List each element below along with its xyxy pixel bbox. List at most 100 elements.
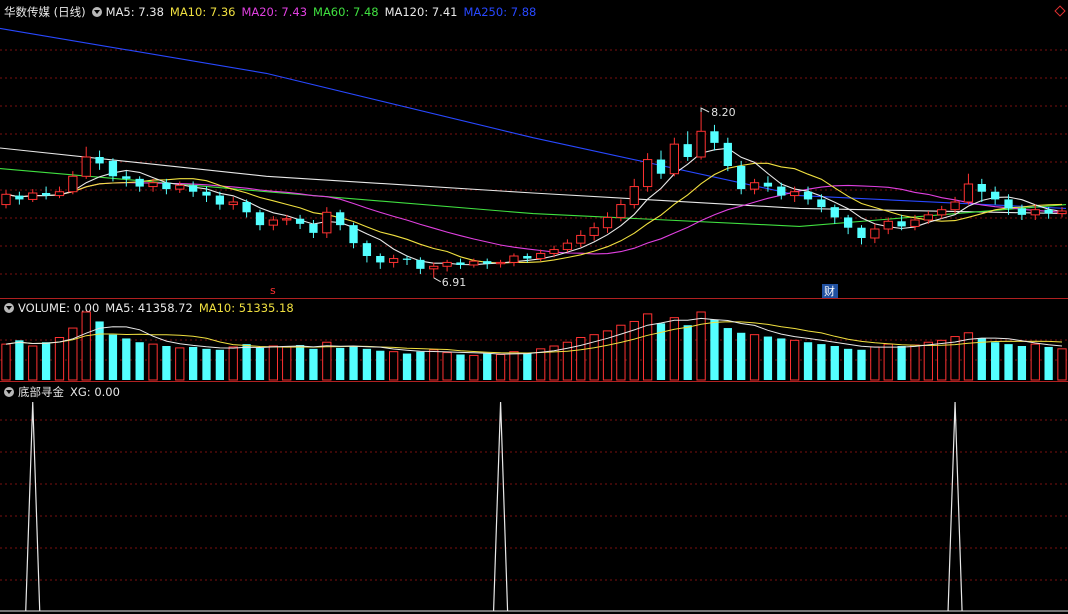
volume-bar [282, 346, 292, 381]
candle-body [108, 160, 118, 177]
candle-body [495, 261, 506, 265]
volume-bar [469, 354, 479, 381]
high-price-label: 8.20 [711, 106, 736, 119]
candle-body [642, 159, 653, 188]
candle-body [95, 157, 104, 164]
volume-bar [135, 342, 144, 380]
volume-bar [897, 346, 906, 380]
candle-body [1, 193, 11, 206]
volume-bar [669, 317, 679, 381]
candle-body [309, 223, 318, 233]
candle-body [710, 131, 719, 143]
volume-bar [710, 319, 719, 380]
high-price-pointer [700, 107, 710, 113]
volume-bar [41, 342, 51, 380]
volume-bar [349, 346, 358, 380]
candle-body [629, 186, 639, 206]
candle-body [228, 201, 238, 206]
candle-body [696, 130, 706, 158]
candle-body [28, 192, 38, 200]
candle-body [857, 227, 866, 238]
volume-bar [202, 348, 211, 380]
low-price-label: 6.91 [442, 276, 467, 289]
volume-bar [268, 345, 278, 381]
candle-body [830, 207, 839, 218]
candle-body [483, 261, 492, 264]
panel-separator-2 [0, 381, 1068, 382]
candle-body [790, 191, 800, 197]
candle-body [1030, 209, 1040, 216]
candle-body [910, 219, 920, 227]
candle-body [991, 191, 1000, 200]
volume-bar [442, 352, 452, 381]
volume-bar [950, 336, 960, 381]
volume-bar [536, 348, 546, 381]
volume-bar [416, 351, 425, 380]
candle-body [1017, 208, 1027, 215]
candle-body [777, 186, 786, 196]
candle-body [883, 220, 893, 230]
volume-bar [937, 339, 947, 381]
volume-bar [923, 341, 933, 381]
volume-bar [322, 341, 332, 381]
volume-bar [148, 343, 158, 381]
candle-body [763, 182, 773, 187]
candle-body [349, 225, 358, 244]
candle-body [616, 204, 626, 218]
volume-bar [910, 344, 920, 381]
candle-body [162, 182, 171, 190]
candle-body [843, 217, 853, 228]
candle-body [81, 156, 91, 177]
candle-body [602, 216, 613, 229]
marker-s[interactable]: s [270, 284, 276, 297]
ma-line-ma60 [0, 168, 1067, 227]
candle-body [215, 195, 225, 205]
candle-body [683, 144, 692, 157]
candle-body [469, 260, 479, 266]
candle-body [656, 159, 666, 174]
volume-bar [696, 311, 706, 381]
volume-bar [402, 353, 412, 380]
volume-bar [843, 348, 853, 380]
candle-body [416, 259, 425, 269]
volume-bar [642, 313, 653, 381]
candle-body [442, 261, 452, 267]
volume-bar [162, 346, 171, 380]
candle-body [188, 185, 198, 192]
candle-body [977, 184, 986, 192]
volume-bar [830, 346, 839, 380]
candle-body [937, 209, 947, 216]
annotations: 8.20 6.91 s 财 [270, 106, 838, 298]
candle-body [870, 228, 880, 239]
volume-bar [737, 332, 746, 380]
candle-body [576, 234, 586, 244]
volume-bar [1044, 346, 1053, 380]
volume-bar [1004, 344, 1013, 380]
volume-bar [883, 343, 893, 381]
candle-body [1044, 209, 1053, 214]
moving-average-lines [0, 27, 1067, 266]
candle-body [175, 184, 185, 190]
volume-bar [376, 350, 385, 380]
volume-bar [81, 311, 91, 381]
volume-bar [336, 347, 345, 380]
volume-bar [777, 338, 786, 380]
volume-bar [15, 340, 24, 380]
candle-body [41, 193, 51, 196]
marker-cai[interactable]: 财 [824, 284, 835, 298]
volume-bar [95, 321, 104, 380]
candle-body [923, 214, 933, 221]
candle-body [1057, 210, 1067, 215]
xg-spike [25, 401, 41, 612]
candle-body [562, 242, 573, 251]
candle-body [122, 176, 131, 179]
volume-bar [509, 351, 519, 381]
volume-bar [54, 337, 65, 381]
volume-bar [991, 342, 1000, 380]
stock-chart-canvas[interactable]: 8.20 6.91 s 财 [0, 0, 1068, 614]
volume-bars [1, 311, 1067, 381]
candle-body [202, 191, 211, 196]
volume-bar [683, 325, 692, 380]
volume-bar [523, 352, 532, 380]
candle-body [669, 143, 679, 175]
